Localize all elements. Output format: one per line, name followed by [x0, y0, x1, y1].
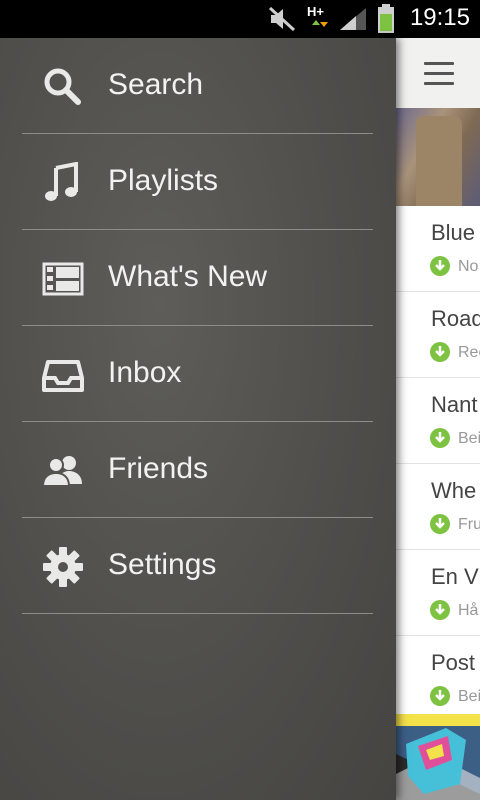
album-art-graphic — [396, 714, 480, 800]
track-subtitle: Bei — [458, 688, 480, 705]
download-icon — [430, 514, 450, 534]
download-icon — [430, 686, 450, 706]
gear-icon — [43, 547, 83, 587]
hamburger-menu-icon[interactable] — [424, 62, 454, 85]
download-icon — [430, 342, 450, 362]
drawer-menu: Search Playlists What's New Inbox Friend… — [22, 38, 373, 614]
content-toolbar — [396, 38, 480, 108]
drawer-item-label: Inbox — [108, 356, 182, 389]
navigation-drawer: Search Playlists What's New Inbox Friend… — [0, 38, 396, 800]
track-row[interactable]: Post Bei — [396, 636, 480, 722]
track-subtitle: Fru — [458, 516, 480, 533]
search-icon — [44, 68, 81, 105]
inbox-icon — [42, 360, 84, 392]
music-note-icon — [45, 162, 78, 201]
track-list: Blue No Road Rec Nant Bei Whe Fru En V H… — [396, 206, 480, 722]
download-icon — [430, 256, 450, 276]
signal-icon — [340, 8, 366, 30]
track-subtitle: No — [458, 258, 479, 275]
drawer-item-label: Search — [108, 68, 204, 101]
track-subtitle: Bei — [458, 430, 480, 447]
drawer-item-label: What's New — [108, 260, 268, 293]
drawer-item-label: Playlists — [108, 164, 219, 197]
drawer-item-friends[interactable]: Friends — [22, 422, 373, 518]
track-title: Whe — [431, 478, 477, 503]
drawer-item-inbox[interactable]: Inbox — [22, 326, 373, 422]
drawer-item-label: Settings — [108, 548, 217, 581]
drawer-item-search[interactable]: Search — [22, 38, 373, 134]
film-icon — [42, 262, 84, 296]
track-title: Post — [431, 650, 476, 675]
track-title: Blue — [431, 220, 476, 245]
track-row[interactable]: En V Hå — [396, 550, 480, 636]
drawer-item-whats-new[interactable]: What's New — [22, 230, 373, 326]
track-row[interactable]: Blue No — [396, 206, 480, 292]
content-panel: Blue No Road Rec Nant Bei Whe Fru En V H… — [396, 38, 480, 800]
album-cover-image[interactable] — [396, 714, 480, 800]
album-cover-image[interactable] — [396, 108, 480, 206]
track-row[interactable]: Nant Bei — [396, 378, 480, 464]
download-icon — [430, 428, 450, 448]
status-time: 19:15 — [409, 4, 470, 31]
battery-icon — [378, 4, 394, 33]
status-bar: H+ 19:15 — [0, 0, 480, 38]
drawer-item-label: Friends — [108, 452, 209, 485]
track-title: Nant — [431, 392, 478, 417]
track-subtitle: Rec — [458, 344, 480, 361]
drawer-item-settings[interactable]: Settings — [22, 518, 373, 614]
download-icon — [430, 600, 450, 620]
mute-icon — [268, 6, 296, 32]
drawer-item-playlists[interactable]: Playlists — [22, 134, 373, 230]
friends-icon — [42, 456, 82, 487]
track-title: En V — [431, 564, 479, 589]
track-title: Road — [431, 306, 480, 331]
track-subtitle: Hå — [458, 602, 479, 619]
track-row[interactable]: Whe Fru — [396, 464, 480, 550]
network-hplus-icon: H+ — [307, 4, 328, 27]
svg-text:H+: H+ — [307, 4, 324, 19]
track-row[interactable]: Road Rec — [396, 292, 480, 378]
